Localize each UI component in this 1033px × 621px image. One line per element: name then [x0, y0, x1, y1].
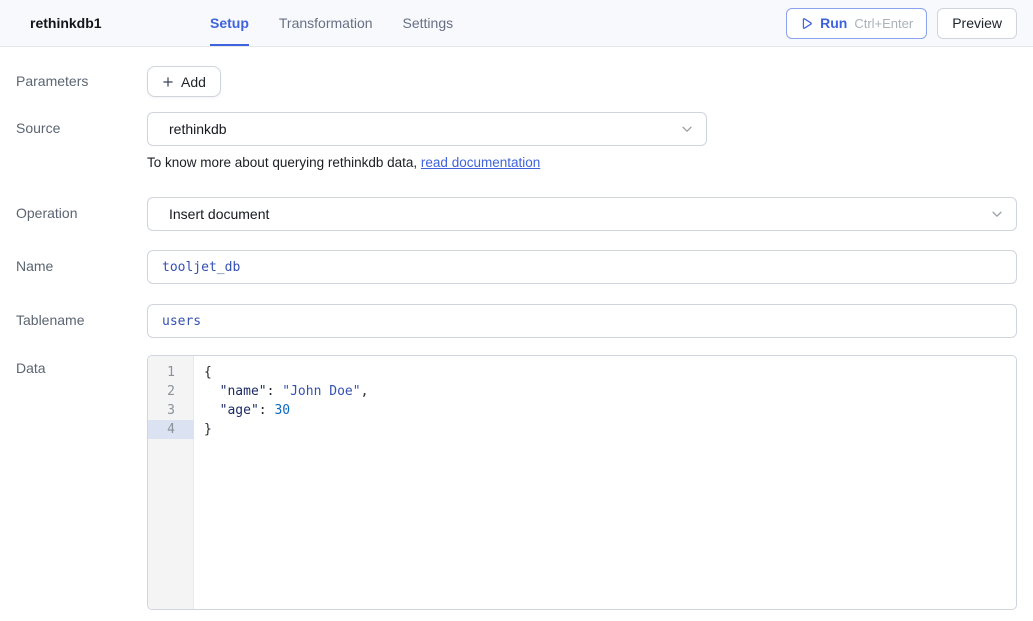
line-number: 1 [148, 363, 194, 382]
preview-button[interactable]: Preview [937, 8, 1017, 39]
line-number: 2 [148, 382, 194, 401]
code-line[interactable]: 4} [148, 420, 1016, 439]
data-row: Data 1{2 "name": "John Doe",3 "age": 304… [16, 355, 1017, 610]
operation-row: Operation Insert document [16, 197, 1017, 231]
tablename-row: Tablename [16, 304, 1017, 338]
add-parameter-button[interactable]: Add [147, 66, 221, 97]
tab-settings[interactable]: Settings [403, 0, 454, 46]
query-title: rethinkdb1 [30, 15, 210, 31]
code-line[interactable]: 1{ [148, 363, 1016, 382]
tab-bar: Setup Transformation Settings [210, 0, 453, 46]
source-row: Source rethinkdb To know more about quer… [16, 112, 1017, 172]
code-text: } [194, 420, 212, 439]
run-button[interactable]: Run Ctrl+Enter [786, 8, 927, 39]
tablename-input[interactable] [147, 304, 1017, 338]
source-select-value: rethinkdb [169, 121, 227, 137]
name-input[interactable] [147, 250, 1017, 284]
read-documentation-link[interactable]: read documentation [421, 155, 540, 170]
tab-transformation[interactable]: Transformation [279, 0, 373, 46]
chevron-down-icon [680, 122, 694, 136]
operation-select-value: Insert document [169, 206, 269, 222]
name-label: Name [16, 250, 147, 274]
data-code-lines: 1{2 "name": "John Doe",3 "age": 304} [148, 356, 1016, 439]
tab-setup[interactable]: Setup [210, 0, 249, 46]
source-help-text: To know more about querying rethinkdb da… [147, 154, 1017, 172]
play-icon [800, 17, 813, 30]
source-select[interactable]: rethinkdb [147, 112, 707, 146]
code-text: "age": 30 [194, 401, 290, 420]
parameters-row: Parameters Add [16, 66, 1017, 97]
source-label: Source [16, 112, 147, 136]
tablename-label: Tablename [16, 304, 147, 328]
query-setup-panel: Parameters Add Source rethinkdb To know … [0, 47, 1033, 610]
name-row: Name [16, 250, 1017, 284]
chevron-down-icon [990, 207, 1004, 221]
run-shortcut: Ctrl+Enter [854, 16, 913, 31]
code-text: "name": "John Doe", [194, 382, 368, 401]
data-label: Data [16, 355, 147, 376]
line-number: 3 [148, 401, 194, 420]
parameters-label: Parameters [16, 66, 147, 89]
operation-select[interactable]: Insert document [147, 197, 1017, 231]
code-line[interactable]: 2 "name": "John Doe", [148, 382, 1016, 401]
add-parameter-label: Add [181, 74, 206, 90]
line-number: 4 [148, 420, 194, 439]
plus-icon [162, 76, 174, 88]
code-line[interactable]: 3 "age": 30 [148, 401, 1016, 420]
code-editor[interactable]: 1{2 "name": "John Doe",3 "age": 304} [147, 355, 1017, 610]
code-text: { [194, 363, 212, 382]
header-actions: Run Ctrl+Enter Preview [786, 0, 1017, 46]
source-help-prefix: To know more about querying rethinkdb da… [147, 155, 421, 170]
operation-label: Operation [16, 197, 147, 221]
run-label: Run [820, 15, 847, 31]
query-editor-header: rethinkdb1 Setup Transformation Settings… [0, 0, 1033, 47]
